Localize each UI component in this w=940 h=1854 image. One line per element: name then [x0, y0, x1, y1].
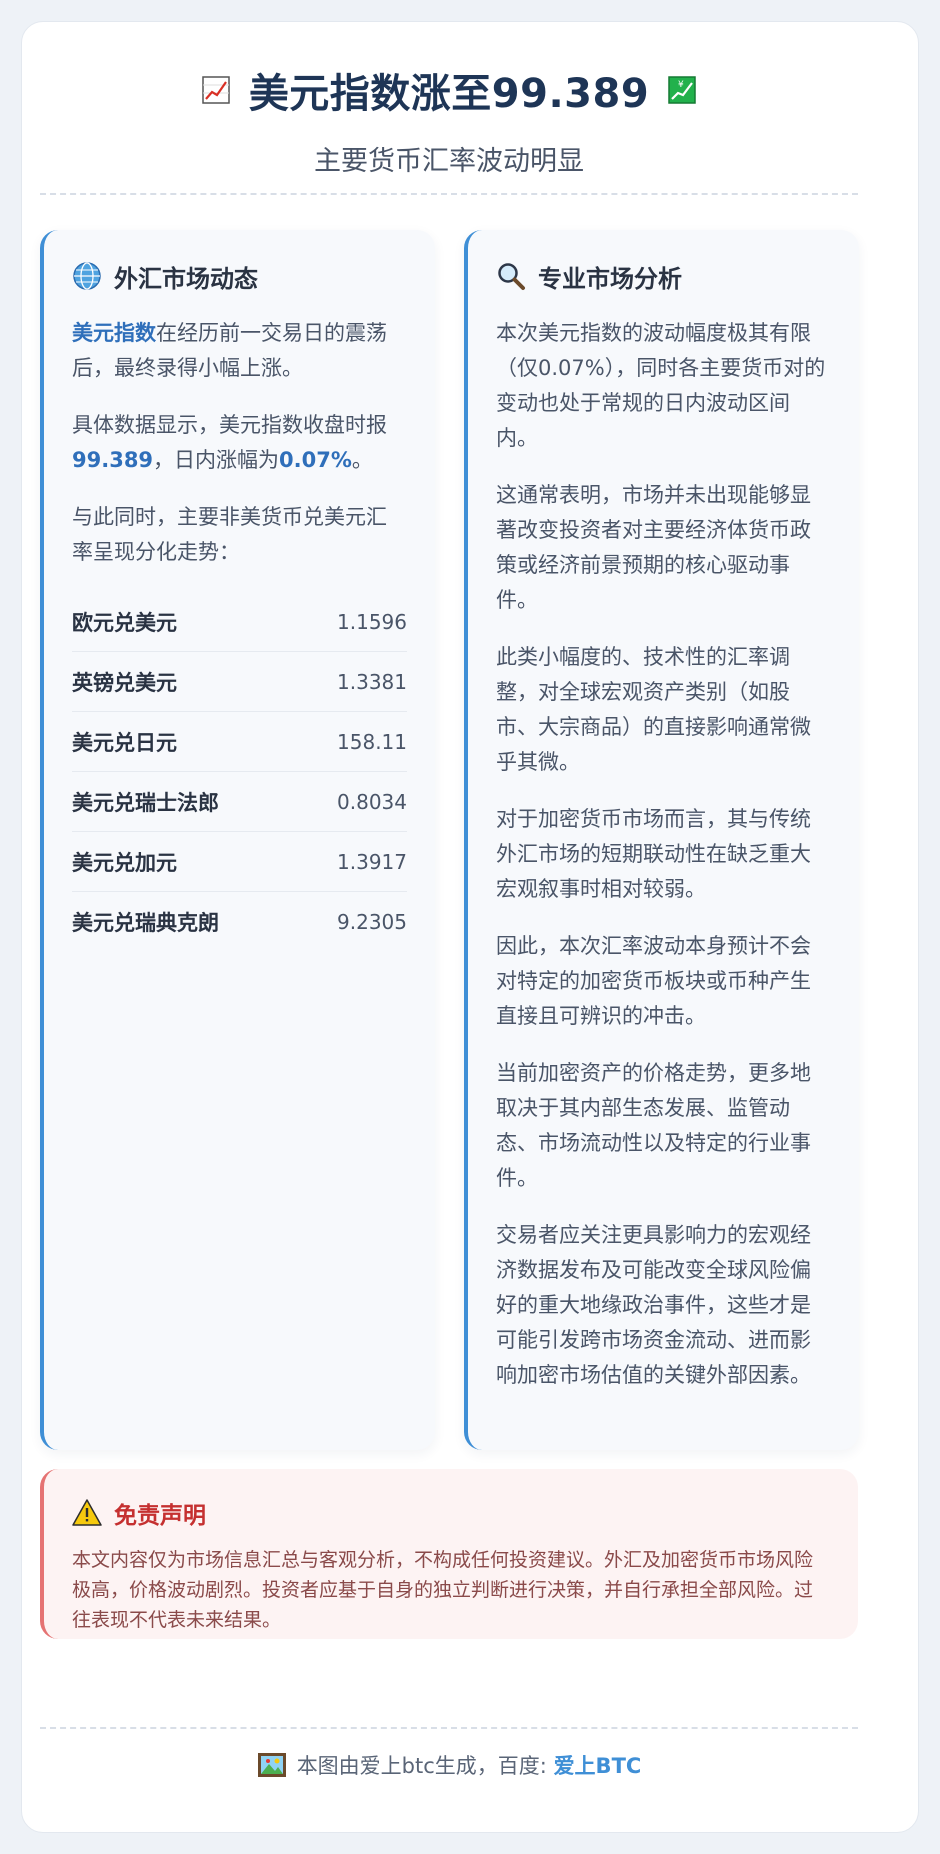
rates-intro: 与此同时，主要非美货币兑美元汇率呈现分化走势：: [72, 505, 387, 564]
rate-name: 欧元兑美元: [72, 610, 177, 635]
disclaimer-box: 免责声明 本文内容仅为市场信息汇总与客观分析，不构成任何投资建议。外汇及加密货币…: [40, 1469, 858, 1639]
dxy-highlight: 美元指数: [72, 321, 156, 345]
rate-name: 美元兑加元: [72, 850, 177, 875]
footer-link[interactable]: 爱上BTC: [554, 1754, 642, 1778]
dxy-detail-mid: ，日内涨幅为: [153, 448, 280, 472]
analysis-panel: 专业市场分析 本次美元指数的波动幅度极其有限（仅0.07%），同时各主要货币对的…: [464, 230, 859, 1450]
analysis-panel-title: 专业市场分析: [538, 264, 682, 293]
footer-divider: [40, 1727, 858, 1729]
rate-row: 英镑兑美元 1.3381: [72, 652, 407, 712]
rate-value: 1.3381: [337, 669, 407, 694]
rate-row: 美元兑瑞士法郎 0.8034: [72, 772, 407, 832]
page-subtitle: 主要货币汇率波动明显: [314, 146, 584, 177]
rate-row: 欧元兑美元 1.1596: [72, 592, 407, 652]
magnifier-icon: [498, 263, 525, 290]
dxy-detail: 具体数据显示，美元指数收盘时报 99.389，日内涨幅为0.07%。: [72, 408, 407, 478]
disclaimer-header: 免责声明: [72, 1495, 830, 1531]
analysis-paragraph: 交易者应关注更具影响力的宏观经济数据发布及可能改变全球风险偏好的重大地缘政治事件…: [496, 1223, 811, 1387]
svg-text:¥: ¥: [678, 80, 684, 90]
footer-text: 本图由爱上btc生成，百度: 爱上BTC: [297, 1750, 642, 1780]
disclaimer-text: 本文内容仅为市场信息汇总与客观分析，不构成任何投资建议。外汇及加密货币市场风险极…: [72, 1549, 814, 1631]
rate-name: 英镑兑美元: [72, 670, 177, 695]
rate-value: 0.8034: [337, 789, 407, 814]
forex-panel-title: 外汇市场动态: [114, 264, 258, 293]
globe-icon: [73, 262, 101, 290]
rate-value: 158.11: [337, 729, 407, 754]
analysis-panel-header: 专业市场分析: [496, 256, 831, 296]
rates-list: 欧元兑美元 1.1596 英镑兑美元 1.3381 美元兑日元 158.11 美…: [72, 592, 407, 952]
analysis-paragraph: 因此，本次汇率波动本身预计不会对特定的加密货币板块或币种产生直接且可辨识的冲击。: [496, 934, 811, 1028]
analysis-paragraph: 这通常表明，市场并未出现能够显著改变投资者对主要经济体货币政策或经济前景预期的核…: [496, 483, 811, 612]
rate-name: 美元兑日元: [72, 730, 177, 755]
analysis-paragraph: 对于加密货币市场而言，其与传统外汇市场的短期联动性在缺乏重大宏观叙事时相对较弱。: [496, 807, 811, 901]
dxy-detail-prefix: 具体数据显示，美元指数收盘时报: [72, 413, 387, 437]
rate-name: 美元兑瑞士法郎: [72, 790, 219, 815]
rate-value: 1.1596: [337, 609, 407, 634]
warning-icon: [72, 1499, 102, 1526]
title-row: 美元指数涨至99.389 ¥: [40, 45, 858, 135]
footer-caption: 本图由爱上btc生成，百度:: [296, 1754, 554, 1778]
rate-row: 美元兑日元 158.11: [72, 712, 407, 772]
page-title: 美元指数涨至99.389: [248, 71, 650, 117]
rate-row: 美元兑加元 1.3917: [72, 832, 407, 892]
header-divider: [40, 193, 858, 195]
rate-name: 美元兑瑞典克朗: [72, 911, 219, 935]
dxy-summary: 美元指数在经历前一交易日的震荡后，最终录得小幅上涨。: [72, 316, 407, 386]
rate-row: 美元兑瑞典克朗 9.2305: [72, 892, 407, 952]
forex-panel-header: 外汇市场动态: [72, 256, 407, 296]
chart-increasing-icon: [202, 76, 230, 104]
analysis-paragraph: 此类小幅度的、技术性的汇率调整，对全球宏观资产类别（如股市、大宗商品）的直接影响…: [496, 645, 811, 774]
analysis-paragraph: 本次美元指数的波动幅度极其有限（仅0.07%），同时各主要货币对的变动也处于常规…: [496, 321, 826, 450]
disclaimer-title: 免责声明: [114, 1503, 206, 1529]
forex-panel: 外汇市场动态 美元指数在经历前一交易日的震荡后，最终录得小幅上涨。 具体数据显示…: [40, 230, 435, 1450]
dxy-detail-suffix: 。: [351, 448, 373, 472]
analysis-paragraph: 当前加密资产的价格走势，更多地取决于其内部生态发展、监管动态、市场流动性以及特定…: [496, 1061, 811, 1190]
dxy-close-value: 99.389: [72, 448, 154, 472]
rate-value: 1.3917: [337, 849, 407, 874]
dxy-change-value: 0.07%: [279, 448, 352, 472]
header: 美元指数涨至99.389 ¥ 主要货币汇率波动明显: [40, 45, 858, 178]
picture-icon: [257, 1753, 286, 1777]
footer: 本图由爱上btc生成，百度: 爱上BTC: [40, 1750, 858, 1780]
yen-chart-icon: ¥: [668, 76, 696, 104]
rate-value: 9.2305: [337, 910, 407, 934]
